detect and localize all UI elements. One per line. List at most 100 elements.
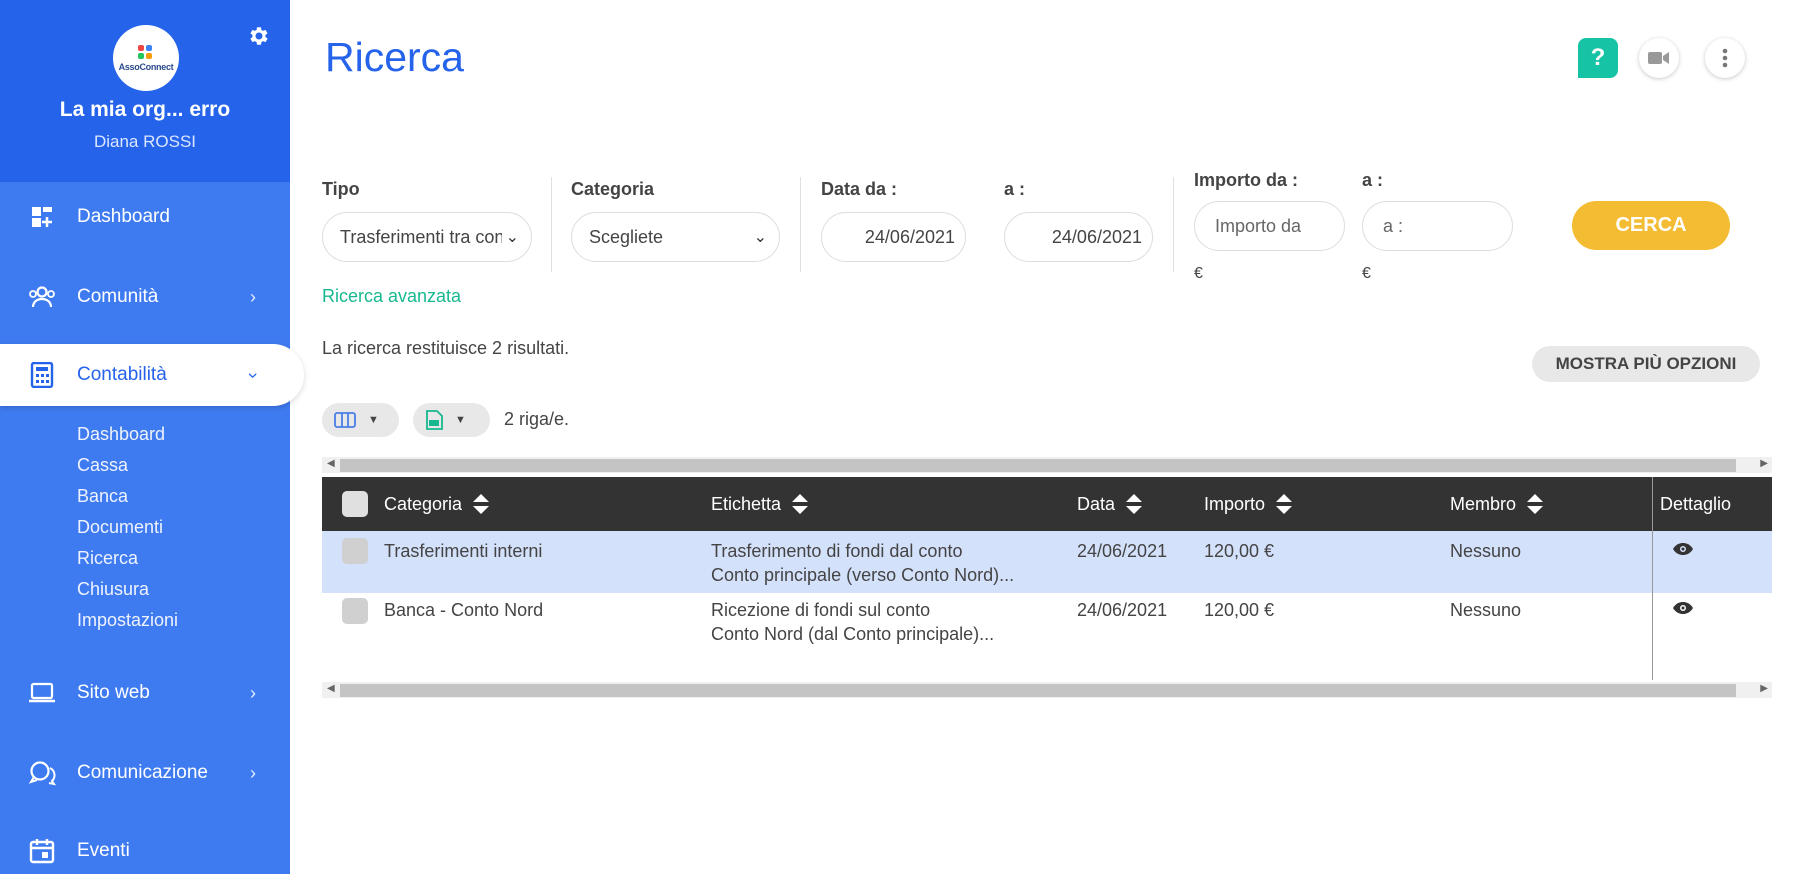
filter-divider xyxy=(1173,177,1174,272)
tipo-select[interactable]: Trasferimenti tra conti ⌄ xyxy=(322,212,532,262)
logo-text: AssoConnect xyxy=(118,61,174,72)
data-a-label: a : xyxy=(1004,179,1026,199)
filter-divider xyxy=(551,177,552,272)
cell-etichetta-line: Ricezione di fondi sul conto xyxy=(711,600,931,620)
horizontal-scrollbar-bottom[interactable]: ◀ ▶ xyxy=(322,682,1772,698)
gear-icon[interactable] xyxy=(246,24,270,48)
column-header-data[interactable]: Data xyxy=(1077,477,1143,531)
export-menu-button[interactable]: ▼ xyxy=(413,403,490,437)
row-checkbox[interactable] xyxy=(342,538,368,564)
data-da-input[interactable]: 24/06/2021 xyxy=(821,212,966,262)
chat-icon xyxy=(28,759,56,787)
currency-label: € xyxy=(1194,265,1203,282)
sort-icon xyxy=(1527,494,1544,514)
row-checkbox[interactable] xyxy=(342,598,368,624)
scroll-left-icon[interactable]: ◀ xyxy=(327,458,335,469)
nav-item-comunicazione[interactable]: Comunicazione › xyxy=(0,742,290,804)
rows-count: 2 riga/e. xyxy=(504,409,570,429)
laptop-icon xyxy=(28,679,56,707)
importo-a-label: a : xyxy=(1362,170,1384,190)
subnav-item-documenti[interactable]: Documenti xyxy=(77,512,178,543)
column-label: Etichetta xyxy=(711,493,782,514)
chevron-right-icon: › xyxy=(250,682,256,703)
cell-data: 24/06/2021 xyxy=(1077,600,1168,620)
table-header: Categoria Etichetta Data Importo Membro … xyxy=(322,477,1772,531)
calculator-icon xyxy=(28,361,56,389)
nav-label: Comunicazione xyxy=(77,762,208,783)
importo-da-input[interactable]: Importo da xyxy=(1194,201,1345,251)
more-options-button[interactable]: MOSTRA PIÙ OPZIONI xyxy=(1532,346,1760,382)
spreadsheet-icon xyxy=(426,410,443,430)
chevron-right-icon: › xyxy=(250,286,256,307)
horizontal-scrollbar-top[interactable]: ◀ ▶ xyxy=(322,457,1772,473)
eye-icon[interactable] xyxy=(1672,542,1694,556)
sort-icon xyxy=(1276,494,1293,514)
org-logo[interactable]: AssoConnect xyxy=(113,25,179,91)
video-button[interactable] xyxy=(1639,38,1679,78)
org-name[interactable]: La mia org... erro xyxy=(0,98,290,122)
nav-item-dashboard[interactable]: Dashboard xyxy=(0,186,290,248)
scroll-right-icon[interactable]: ▶ xyxy=(1760,683,1768,694)
subnav-item-banca[interactable]: Banca xyxy=(77,481,178,512)
data-a-input[interactable]: 24/06/2021 xyxy=(1004,212,1153,262)
nav-label: Contabilità xyxy=(77,364,167,385)
scrollbar-thumb[interactable] xyxy=(340,684,1736,697)
importo-a-input[interactable]: a : xyxy=(1362,201,1513,251)
caret-down-icon: ▼ xyxy=(455,414,466,426)
subnav-contabilita: Dashboard Cassa Banca Documenti Ricerca … xyxy=(77,419,178,636)
table-row[interactable]: Banca - Conto Nord Ricezione di fondi su… xyxy=(322,596,1772,680)
search-button[interactable]: CERCA xyxy=(1572,201,1730,250)
column-header-importo[interactable]: Importo xyxy=(1204,477,1293,531)
eye-icon[interactable] xyxy=(1672,601,1694,615)
nav-item-eventi[interactable]: Eventi xyxy=(0,820,290,874)
subnav-item-impostazioni[interactable]: Impostazioni xyxy=(77,605,178,636)
tipo-value: Trasferimenti tra conti xyxy=(340,226,514,247)
subnav-item-cassa[interactable]: Cassa xyxy=(77,450,178,481)
column-header-dettaglio: Dettaglio xyxy=(1660,477,1731,531)
cell-etichetta: Ricezione di fondi sul conto Conto Nord … xyxy=(711,598,994,646)
tipo-label: Tipo xyxy=(322,179,360,199)
column-divider xyxy=(1652,477,1653,680)
scroll-right-icon[interactable]: ▶ xyxy=(1760,458,1768,469)
subnav-item-chiusura[interactable]: Chiusura xyxy=(77,574,178,605)
nav-label: Dashboard xyxy=(77,206,170,227)
scrollbar-thumb[interactable] xyxy=(340,459,1736,472)
data-da-label: Data da : xyxy=(821,179,898,199)
subnav-item-dashboard[interactable]: Dashboard xyxy=(77,419,178,450)
nav-item-comunita[interactable]: Comunità › xyxy=(0,266,290,328)
columns-menu-button[interactable]: ▼ xyxy=(322,403,399,437)
nav-item-contabilita[interactable]: Contabilità › xyxy=(0,344,304,406)
nav-item-sito-web[interactable]: Sito web › xyxy=(0,662,290,724)
importo-da-label: Importo da : xyxy=(1194,170,1298,190)
categoria-value: Scegliete xyxy=(589,226,664,247)
user-name: Diana ROSSI xyxy=(93,132,197,151)
more-menu-button[interactable] xyxy=(1705,38,1745,78)
select-all-checkbox[interactable] xyxy=(342,491,368,517)
sort-icon xyxy=(792,494,809,514)
sidebar-header: AssoConnect La mia org... erro Diana ROS… xyxy=(0,0,290,182)
sort-icon xyxy=(1126,494,1143,514)
cell-data: 24/06/2021 xyxy=(1077,541,1168,561)
cell-importo: 120,00 € xyxy=(1204,600,1275,620)
cell-etichetta-line: Conto principale (verso Conto Nord)... xyxy=(711,565,1015,585)
help-button[interactable]: ? xyxy=(1578,38,1618,78)
cell-etichetta-line: Trasferimento di fondi dal conto xyxy=(711,541,963,561)
scroll-left-icon[interactable]: ◀ xyxy=(327,683,335,694)
nav-label: Eventi xyxy=(77,840,130,861)
page-title: Ricerca xyxy=(325,34,464,80)
column-header-categoria[interactable]: Categoria xyxy=(384,477,490,531)
subnav-item-ricerca[interactable]: Ricerca xyxy=(77,543,178,574)
more-vertical-icon xyxy=(1722,48,1728,68)
column-header-membro[interactable]: Membro xyxy=(1450,477,1544,531)
column-label: Membro xyxy=(1450,493,1517,514)
column-label: Data xyxy=(1077,493,1116,514)
advanced-search-link[interactable]: Ricerca avanzata xyxy=(322,286,461,307)
column-header-etichetta[interactable]: Etichetta xyxy=(711,477,809,531)
table-row[interactable]: Trasferimenti interni Trasferimento di f… xyxy=(322,531,1772,593)
columns-icon xyxy=(334,412,356,428)
community-icon xyxy=(28,283,56,311)
nav-label: Sito web xyxy=(77,682,150,703)
column-label: Importo xyxy=(1204,493,1266,514)
sort-icon xyxy=(473,494,490,514)
categoria-select[interactable]: Scegliete ⌄ xyxy=(571,212,780,262)
